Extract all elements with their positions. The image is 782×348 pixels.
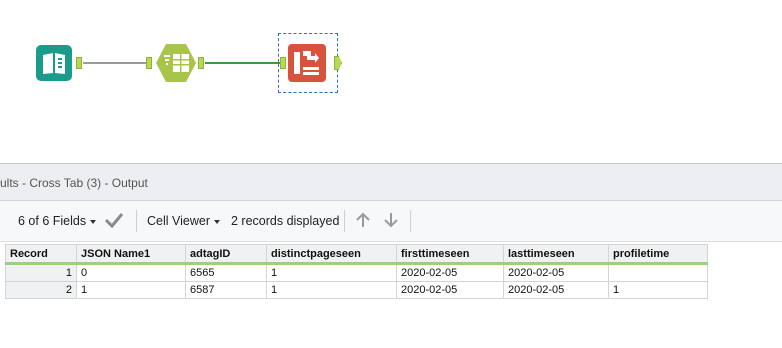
table-cell[interactable]: 1: [76, 281, 186, 299]
select-tool[interactable]: [155, 42, 197, 84]
toolbar-divider: [344, 210, 345, 232]
data-table: Record JSON Name1 adtagID distinctpagese…: [5, 244, 708, 299]
cross-tab-icon: [288, 44, 326, 82]
input-anchor[interactable]: [146, 57, 152, 69]
table-cell[interactable]: 2020-02-05: [503, 263, 609, 282]
checkmark-icon[interactable]: [104, 211, 124, 232]
workflow-canvas[interactable]: [0, 0, 782, 162]
table-cell[interactable]: 0: [76, 263, 186, 282]
caret-down-icon[interactable]: [89, 215, 97, 229]
table-row[interactable]: 1 0 6565 1 2020-02-05 2020-02-05: [5, 263, 708, 282]
results-title: ults - Cross Tab (3) - Output: [0, 176, 148, 190]
arrow-up-icon[interactable]: [354, 211, 372, 232]
column-header[interactable]: lasttimeseen: [503, 244, 609, 265]
column-header[interactable]: distinctpageseen: [266, 244, 397, 265]
header-row: Record JSON Name1 adtagID distinctpagese…: [5, 244, 708, 265]
select-records-icon: [156, 44, 196, 82]
column-header[interactable]: profiletime: [608, 244, 708, 265]
fields-selector[interactable]: 6 of 6 Fields: [18, 214, 86, 228]
connection-line: [205, 62, 280, 64]
results-title-bar: ults - Cross Tab (3) - Output: [0, 164, 782, 201]
table-cell[interactable]: 1: [266, 281, 397, 299]
record-cell[interactable]: 1: [5, 263, 77, 282]
table-cell[interactable]: 2020-02-05: [503, 281, 609, 299]
fields-label: 6 of 6 Fields: [18, 214, 87, 228]
book-icon: [36, 45, 72, 81]
column-header[interactable]: adtagID: [185, 244, 267, 265]
toolbar-divider: [410, 210, 411, 232]
record-cell[interactable]: 2: [5, 281, 77, 299]
connection-line: [83, 62, 146, 64]
table-cell[interactable]: 2020-02-05: [396, 281, 504, 299]
cell-viewer-label: Cell Viewer: [147, 214, 210, 228]
results-window: ults - Cross Tab (3) - Output 6 of 6 Fie…: [0, 163, 782, 348]
table-cell[interactable]: 2020-02-05: [396, 263, 504, 282]
output-anchor[interactable]: [198, 57, 204, 69]
table-cell[interactable]: 6565: [185, 263, 267, 282]
cross-tab-tool[interactable]: [278, 33, 338, 93]
table-cell[interactable]: 6587: [185, 281, 267, 299]
output-anchor[interactable]: [76, 57, 82, 69]
input-data-tool[interactable]: [35, 44, 73, 82]
results-toolbar: 6 of 6 Fields Cell Viewer 2 records disp…: [0, 201, 782, 242]
toolbar-divider: [136, 210, 137, 232]
table-row[interactable]: 2 1 6587 1 2020-02-05 2020-02-05 1: [5, 281, 708, 299]
column-header[interactable]: JSON Name1: [76, 244, 186, 265]
table-cell[interactable]: 1: [608, 281, 708, 299]
caret-down-icon[interactable]: [213, 215, 221, 229]
table-cell[interactable]: 1: [266, 263, 397, 282]
results-grid[interactable]: Record JSON Name1 adtagID distinctpagese…: [0, 242, 782, 348]
column-header[interactable]: firsttimeseen: [396, 244, 504, 265]
table-cell[interactable]: [608, 263, 708, 282]
records-count: 2 records displayed: [231, 214, 340, 228]
arrow-down-icon[interactable]: [382, 211, 400, 232]
cell-viewer-dropdown[interactable]: Cell Viewer: [147, 214, 210, 228]
output-anchor[interactable]: [334, 56, 342, 70]
column-header[interactable]: Record: [5, 244, 77, 265]
